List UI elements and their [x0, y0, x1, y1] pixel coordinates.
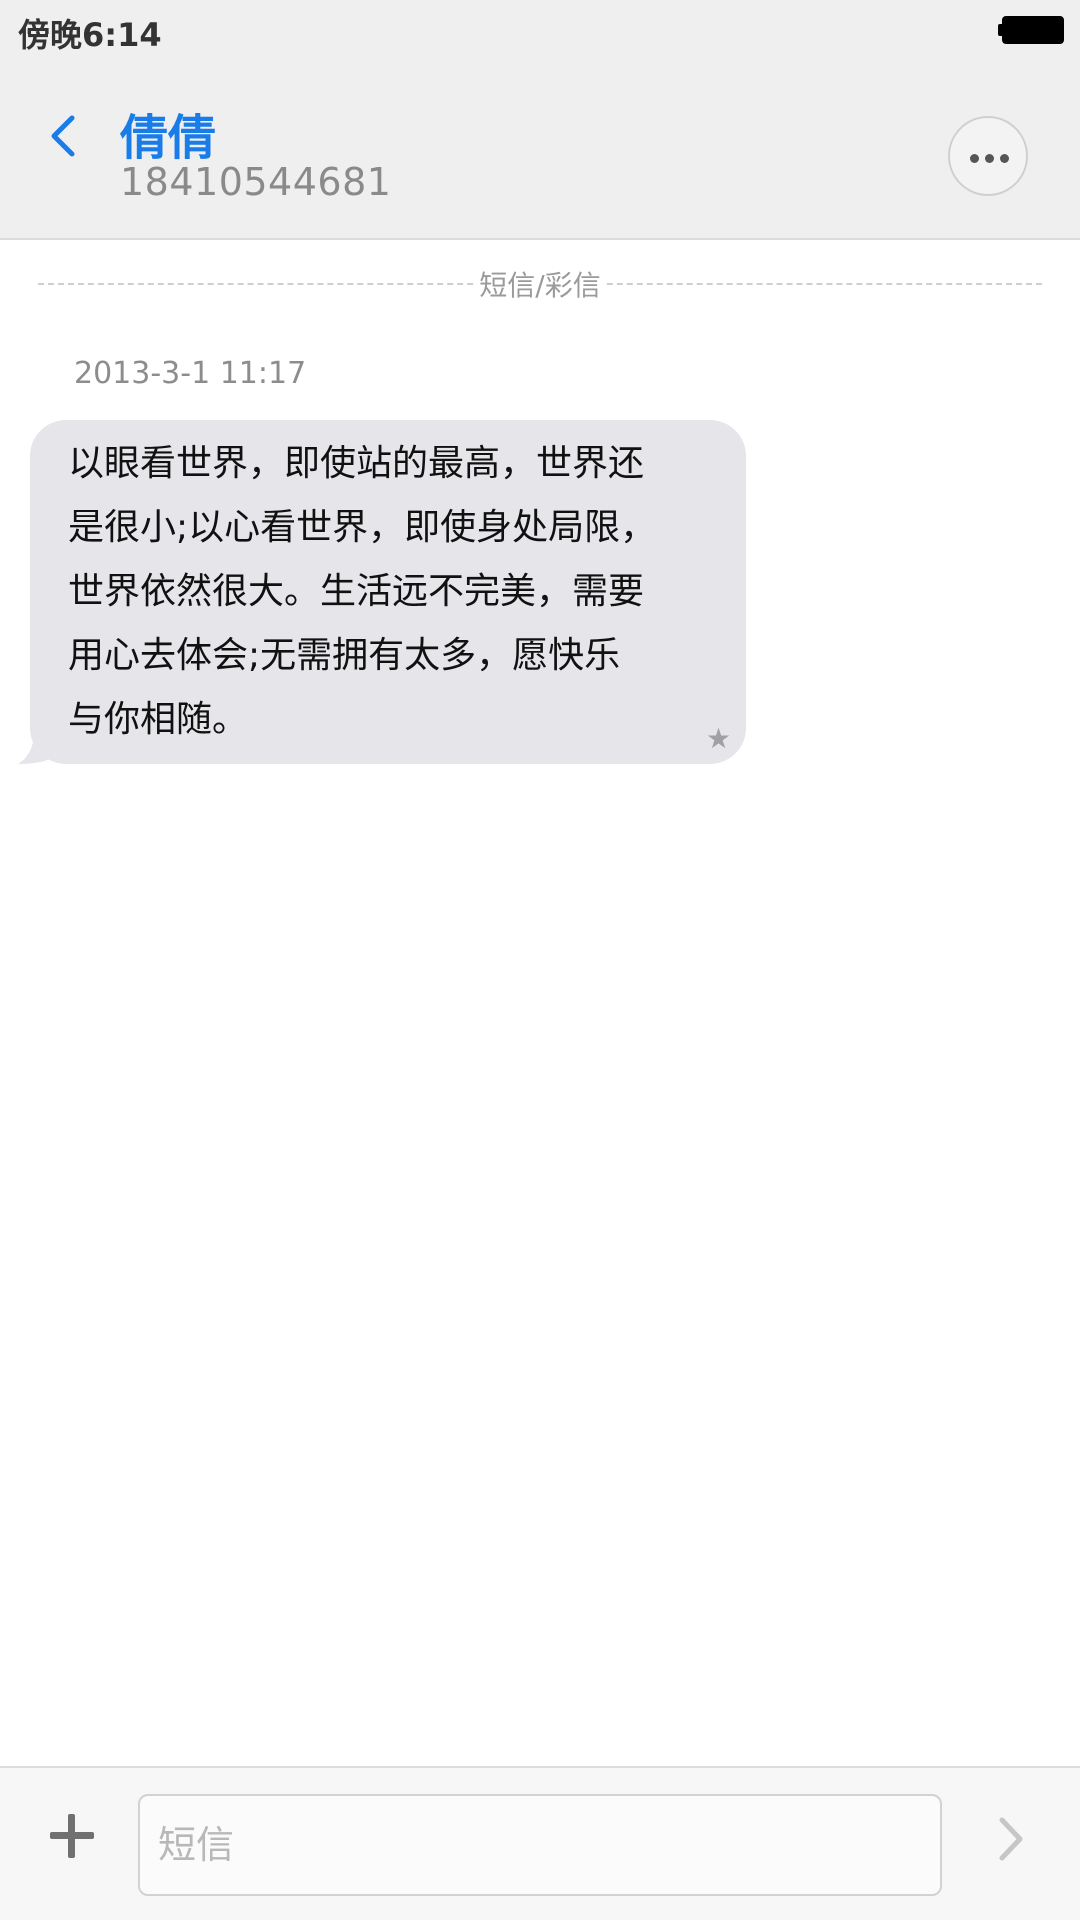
message-line: 用心去体会;无需拥有太多，愿快乐 [68, 635, 621, 676]
message-line: 与你相随。 [68, 699, 249, 740]
message-type-divider: 短信/彩信 [38, 264, 1042, 304]
chevron-left-icon [51, 115, 75, 157]
compose-bar [0, 1766, 1080, 1920]
more-options-button[interactable] [948, 116, 1028, 196]
contact-name[interactable]: 倩倩 [120, 98, 216, 168]
contact-number: 18410544681 [120, 160, 392, 204]
chevron-right-icon [999, 1817, 1023, 1861]
sms-conversation-screen: 傍晚6:14 倩倩 18410544681 短信/彩信 2013-3-1 11:… [0, 0, 1080, 1920]
message-line: 以眼看世界，即使站的最高，世界还 [68, 443, 645, 484]
status-bar: 傍晚6:14 [0, 0, 1080, 60]
message-text: 以眼看世界，即使站的最高，世界还 是很小;以心看世界，即使身处局限， 世界依然很… [68, 432, 708, 752]
conversation-header: 倩倩 18410544681 [0, 60, 1080, 240]
more-dots-icon [970, 154, 979, 163]
message-timestamp: 2013-3-1 11:17 [74, 356, 307, 391]
message-line: 是很小;以心看世界，即使身处局限， [68, 507, 657, 548]
back-button[interactable] [40, 100, 88, 172]
message-type-label: 短信/彩信 [473, 264, 607, 304]
battery-icon [998, 16, 1064, 44]
star-icon: ★ [706, 722, 732, 755]
send-button[interactable] [990, 1812, 1030, 1866]
status-time: 傍晚6:14 [18, 16, 162, 54]
message-input[interactable] [138, 1794, 942, 1896]
add-attachment-button[interactable] [46, 1810, 98, 1862]
message-line: 世界依然很大。生活远不完美，需要 [68, 571, 645, 612]
